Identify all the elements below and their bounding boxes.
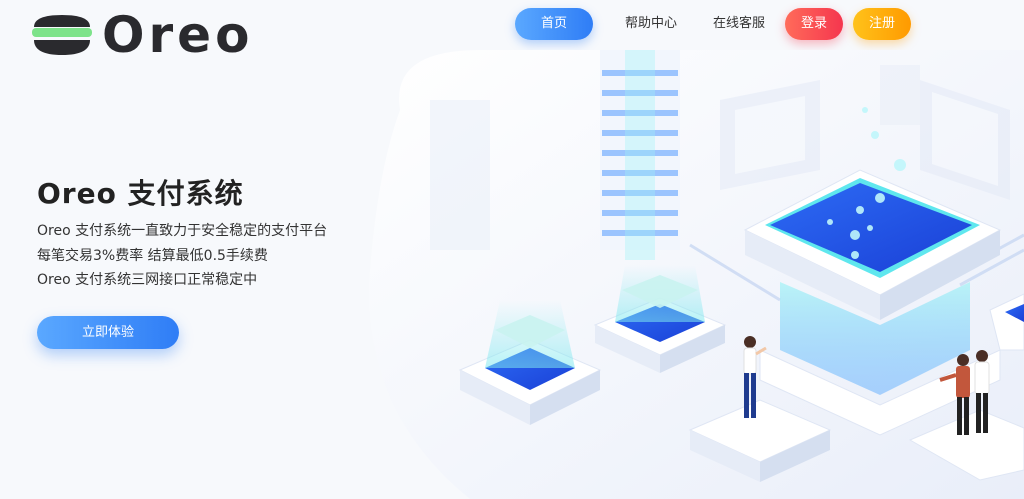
nav-online-service-link[interactable]: 在线客服 (695, 8, 783, 40)
top-nav: 首页 帮助中心 在线客服 登录 注册 (515, 8, 911, 40)
server-isometric-illustration (369, 50, 1024, 499)
register-button[interactable]: 注册 (853, 8, 911, 40)
hero-line-2: 每笔交易3%费率 结算最低0.5手续费 (37, 248, 268, 264)
nav-help-center-link[interactable]: 帮助中心 (607, 8, 695, 40)
brand-name: Oreo (102, 6, 254, 64)
nav-home-button[interactable]: 首页 (515, 8, 593, 40)
try-now-button[interactable]: 立即体验 (37, 316, 179, 349)
login-button[interactable]: 登录 (785, 8, 843, 40)
brand-logo[interactable]: Oreo (30, 10, 253, 60)
server-tower (600, 50, 680, 260)
oreo-cookie-logo-icon (32, 15, 92, 55)
hero-line-1: Oreo 支付系统一直致力于安全稳定的支付平台 (37, 223, 328, 239)
hero-title: Oreo 支付系统 (37, 177, 244, 210)
hero-line-3: Oreo 支付系统三网接口正常稳定中 (37, 272, 258, 288)
